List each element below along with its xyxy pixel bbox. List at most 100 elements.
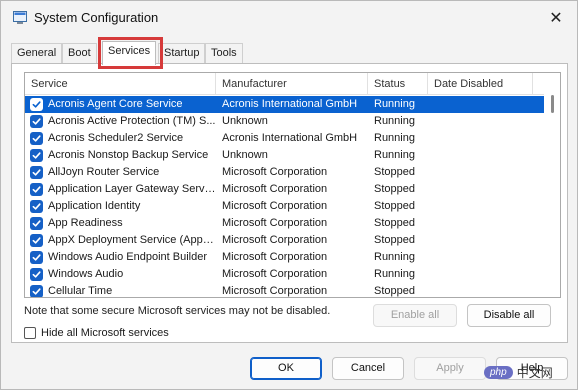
status-cell: Running (374, 149, 415, 161)
checkmark-icon (32, 271, 41, 278)
manufacturer-cell: Microsoft Corporation (222, 234, 328, 246)
service-row[interactable]: Acronis Active Protection (TM) S... Unkno… (25, 113, 545, 130)
tab-general[interactable]: General (11, 43, 63, 63)
window-title: System Configuration (34, 10, 159, 25)
column-header-manufacturer[interactable]: Manufacturer (216, 73, 368, 95)
close-button[interactable]: ✕ (545, 7, 567, 29)
service-row[interactable]: Application Layer Gateway Service Microso… (25, 181, 545, 198)
status-cell: Running (374, 98, 415, 110)
checkmark-icon (32, 220, 41, 227)
status-cell: Stopped (374, 183, 415, 195)
service-name-cell: Acronis Active Protection (TM) S... (48, 115, 216, 127)
tab-services[interactable]: Services (102, 41, 157, 65)
status-cell: Stopped (374, 217, 415, 229)
checkmark-icon (32, 169, 41, 176)
secure-services-note: Note that some secure Microsoft services… (24, 305, 331, 317)
checkmark-icon (32, 118, 41, 125)
column-header-service[interactable]: Service (25, 73, 216, 95)
watermark-text: 中文网 (516, 365, 553, 380)
service-row[interactable]: App Readiness Microsoft Corporation Stoppe… (25, 215, 545, 232)
checkmark-icon (32, 152, 41, 159)
close-icon: ✕ (549, 10, 563, 27)
service-name-cell: Acronis Agent Core Service (48, 98, 183, 110)
checkmark-icon (32, 203, 41, 210)
service-row[interactable]: Windows Audio Microsoft Corporation Runnin… (25, 266, 545, 283)
service-name-cell: AppX Deployment Service (AppX... (48, 234, 216, 246)
status-cell: Running (374, 132, 415, 144)
checkmark-icon (32, 254, 41, 261)
service-checkbox[interactable] (30, 268, 43, 281)
manufacturer-cell: Acronis International GmbH (222, 132, 358, 144)
status-cell: Stopped (374, 166, 415, 178)
status-cell: Stopped (374, 285, 415, 297)
apply-button[interactable]: Apply (414, 357, 486, 380)
service-row[interactable]: AllJoyn Router Service Microsoft Corporat… (25, 164, 545, 181)
status-cell: Running (374, 268, 415, 280)
vertical-scrollbar[interactable] (544, 73, 560, 297)
checkmark-icon (32, 288, 41, 295)
ok-button[interactable]: OK (250, 357, 322, 380)
service-name-cell: AllJoyn Router Service (48, 166, 160, 178)
php-cn-watermark: php 中文网 (484, 360, 553, 384)
service-name-cell: Windows Audio (48, 268, 124, 280)
service-row[interactable]: Windows Audio Endpoint Builder Microsoft … (25, 249, 545, 266)
service-row[interactable]: Acronis Scheduler2 Service Acronis Intern… (25, 130, 545, 147)
enable-all-button[interactable]: Enable all (373, 304, 457, 327)
services-tab-panel: Service Manufacturer Status Date Disable… (11, 63, 568, 343)
disable-all-button[interactable]: Disable all (467, 304, 551, 327)
watermark-badge: php (484, 365, 513, 379)
manufacturer-cell: Microsoft Corporation (222, 217, 328, 229)
service-row[interactable]: AppX Deployment Service (AppX... Microsof… (25, 232, 545, 249)
checkmark-icon (32, 237, 41, 244)
tab-startup[interactable]: Startup (158, 43, 206, 63)
service-name-cell: Cellular Time (48, 285, 113, 297)
service-row[interactable]: Cellular Time Microsoft Corporation Stoppe… (25, 283, 545, 297)
checkmark-icon (32, 186, 41, 193)
column-header-date-disabled[interactable]: Date Disabled (428, 73, 533, 95)
tab-boot[interactable]: Boot (62, 43, 97, 63)
service-checkbox[interactable] (30, 251, 43, 264)
manufacturer-cell: Acronis International GmbH (222, 98, 358, 110)
service-checkbox[interactable] (30, 149, 43, 162)
services-rows: Acronis Agent Core Service Acronis Intern… (25, 96, 545, 297)
manufacturer-cell: Microsoft Corporation (222, 166, 328, 178)
manufacturer-cell: Unknown (222, 115, 268, 127)
service-name-cell: Windows Audio Endpoint Builder (48, 251, 207, 263)
service-name-cell: Application Layer Gateway Service (48, 183, 216, 195)
status-cell: Running (374, 251, 415, 263)
service-checkbox[interactable] (30, 183, 43, 196)
cancel-button[interactable]: Cancel (332, 357, 404, 380)
service-checkbox[interactable] (30, 166, 43, 179)
checkmark-icon (32, 135, 41, 142)
service-name-cell: Application Identity (48, 200, 141, 212)
checkmark-icon (32, 101, 41, 108)
system-configuration-window: System Configuration ✕ General Boot Serv… (0, 0, 578, 390)
service-checkbox[interactable] (30, 234, 43, 247)
service-checkbox[interactable] (30, 200, 43, 213)
manufacturer-cell: Microsoft Corporation (222, 268, 328, 280)
status-cell: Stopped (374, 234, 415, 246)
manufacturer-cell: Unknown (222, 149, 268, 161)
manufacturer-cell: Microsoft Corporation (222, 251, 328, 263)
service-checkbox[interactable] (30, 132, 43, 145)
hide-microsoft-services-toggle[interactable]: Hide all Microsoft services (24, 326, 169, 340)
status-cell: Running (374, 115, 415, 127)
service-row[interactable]: Acronis Nonstop Backup Service Unknown Run… (25, 147, 545, 164)
service-name-cell: Acronis Nonstop Backup Service (48, 149, 209, 161)
hide-microsoft-services-checkbox[interactable] (24, 327, 36, 339)
service-checkbox[interactable] (30, 115, 43, 128)
service-name-cell: Acronis Scheduler2 Service (48, 132, 184, 144)
scrollbar-thumb[interactable] (551, 95, 554, 113)
service-checkbox[interactable] (30, 217, 43, 230)
column-header-status[interactable]: Status (368, 73, 428, 95)
service-checkbox[interactable] (30, 285, 43, 297)
service-row[interactable]: Acronis Agent Core Service Acronis Intern… (25, 96, 545, 113)
manufacturer-cell: Microsoft Corporation (222, 285, 328, 297)
services-list[interactable]: Service Manufacturer Status Date Disable… (24, 72, 561, 298)
service-row[interactable]: Application Identity Microsoft Corporatio… (25, 198, 545, 215)
manufacturer-cell: Microsoft Corporation (222, 200, 328, 212)
manufacturer-cell: Microsoft Corporation (222, 183, 328, 195)
status-cell: Stopped (374, 200, 415, 212)
service-checkbox[interactable] (30, 98, 43, 111)
tab-tools[interactable]: Tools (205, 43, 243, 63)
